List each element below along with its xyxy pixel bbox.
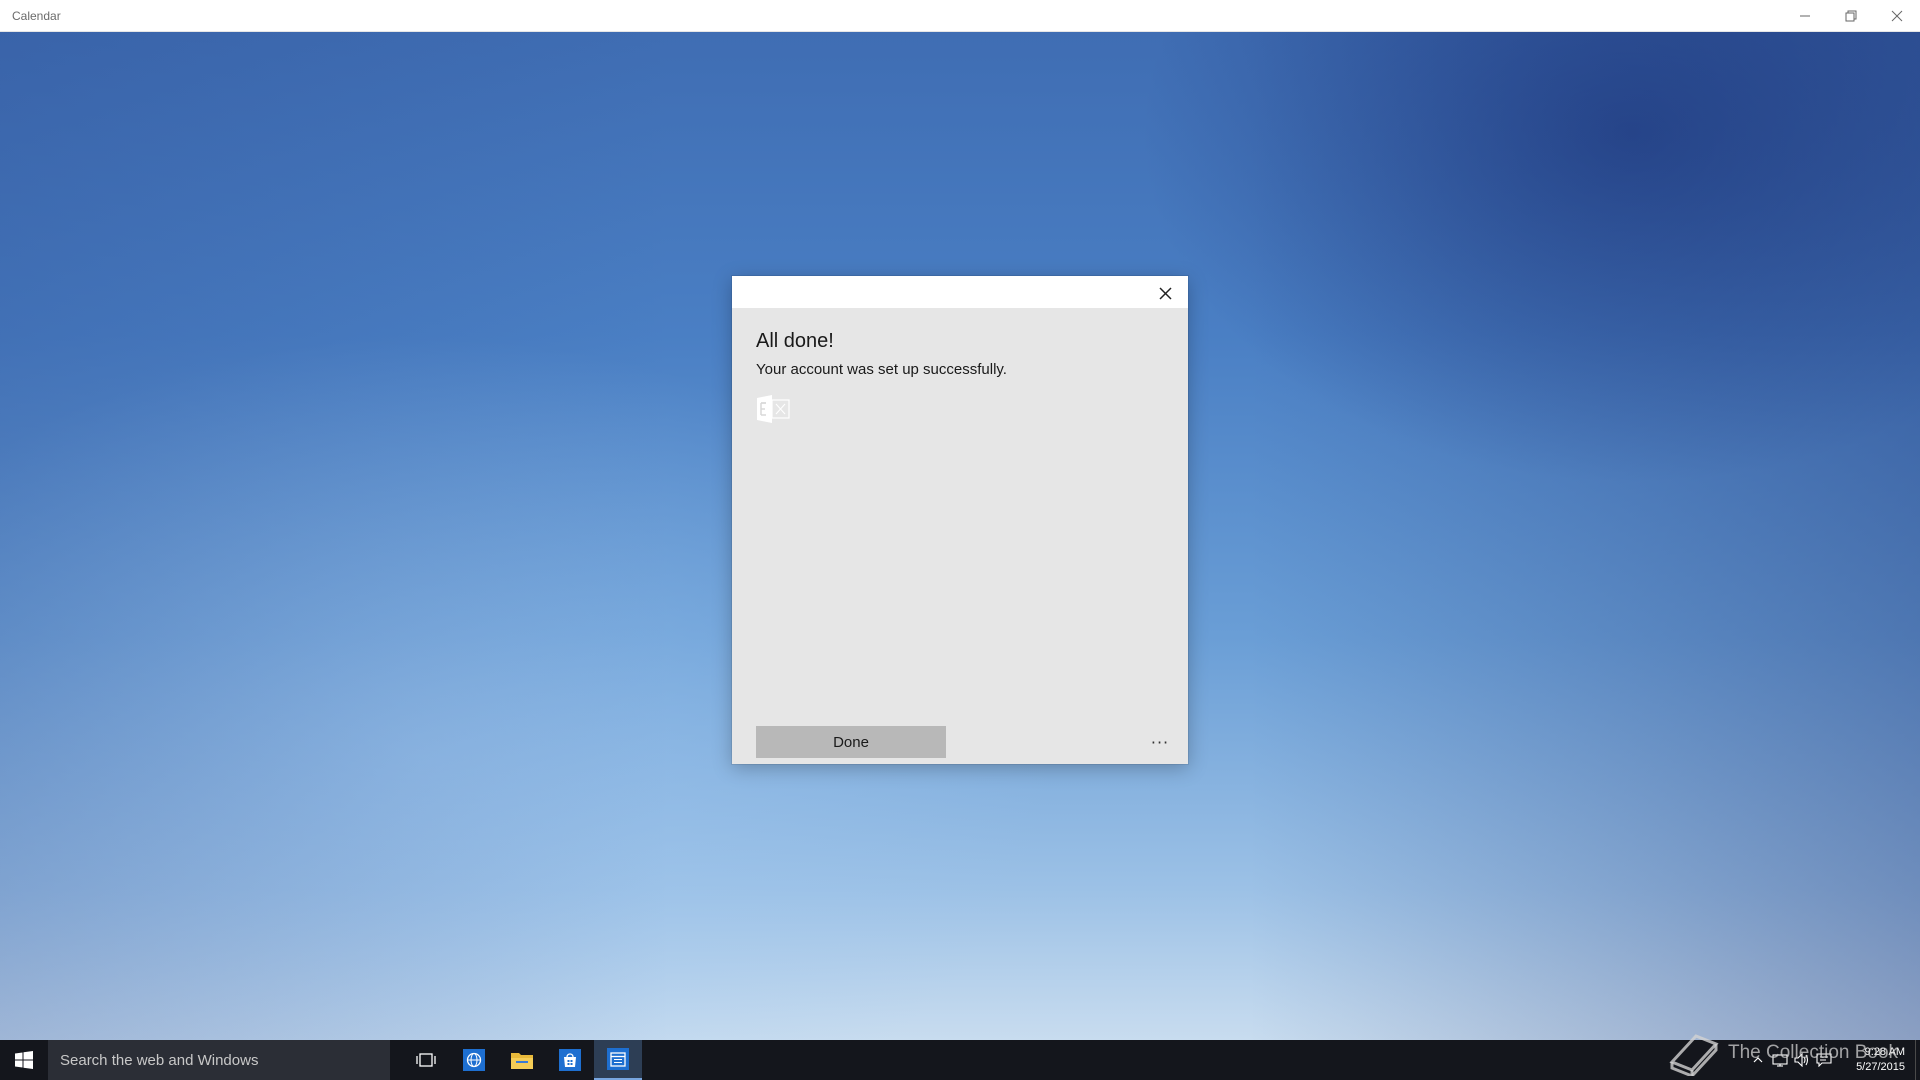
message-icon [1816, 1053, 1832, 1067]
search-placeholder: Search the web and Windows [60, 1051, 259, 1069]
window-title-bar: Calendar [0, 0, 1920, 32]
minimize-button[interactable] [1782, 0, 1828, 32]
browser-icon [463, 1049, 485, 1071]
chevron-up-icon [1753, 1057, 1763, 1063]
restore-button[interactable] [1828, 0, 1874, 32]
taskbar-browser-button[interactable] [450, 1040, 498, 1080]
clock-date: 5/27/2015 [1856, 1061, 1905, 1073]
more-options-button[interactable]: ··· [1146, 730, 1174, 754]
calendar-icon [607, 1048, 629, 1070]
dialog-title: All done! [756, 330, 834, 352]
show-desktop-button[interactable] [1915, 1040, 1920, 1080]
start-button[interactable] [0, 1040, 48, 1080]
network-icon [1772, 1054, 1788, 1067]
show-hidden-icons-button[interactable] [1747, 1040, 1769, 1080]
windows-logo-icon [15, 1051, 33, 1069]
done-button[interactable]: Done [756, 726, 946, 758]
clock-time: 9:28 AM [1864, 1046, 1905, 1058]
task-view-icon [416, 1053, 436, 1067]
close-icon [1891, 10, 1903, 21]
notifications-tray-button[interactable] [1813, 1040, 1835, 1080]
taskbar-clock[interactable]: 9:28 AM 5/27/2015 [1835, 1045, 1915, 1075]
restore-icon [1845, 10, 1857, 21]
exchange-logo-icon [757, 395, 790, 423]
taskbar-calendar-button[interactable] [594, 1040, 642, 1080]
store-icon [559, 1049, 581, 1071]
taskbar: Search the web and Windows 9:28 AM 5/27/… [0, 1040, 1920, 1080]
minimize-icon [1800, 15, 1810, 16]
taskbar-store-button[interactable] [546, 1040, 594, 1080]
taskbar-file-explorer-button[interactable] [498, 1040, 546, 1080]
window-controls [1782, 0, 1920, 32]
volume-tray-button[interactable] [1791, 1040, 1813, 1080]
close-icon [1158, 286, 1172, 300]
taskbar-search-box[interactable]: Search the web and Windows [48, 1040, 390, 1080]
close-window-button[interactable] [1874, 0, 1920, 32]
dialog-header [732, 276, 1188, 308]
dialog-message: Your account was set up successfully. [756, 361, 1007, 378]
task-view-button[interactable] [402, 1040, 450, 1080]
network-tray-button[interactable] [1769, 1040, 1791, 1080]
app-title: Calendar [12, 8, 61, 23]
system-tray: 9:28 AM 5/27/2015 [1747, 1040, 1920, 1080]
folder-icon [511, 1053, 533, 1069]
dialog-body: All done! Your account was set up succes… [732, 308, 1188, 424]
dialog-close-button[interactable] [1154, 282, 1176, 304]
volume-icon [1794, 1053, 1809, 1067]
account-setup-dialog: All done! Your account was set up succes… [732, 276, 1188, 764]
